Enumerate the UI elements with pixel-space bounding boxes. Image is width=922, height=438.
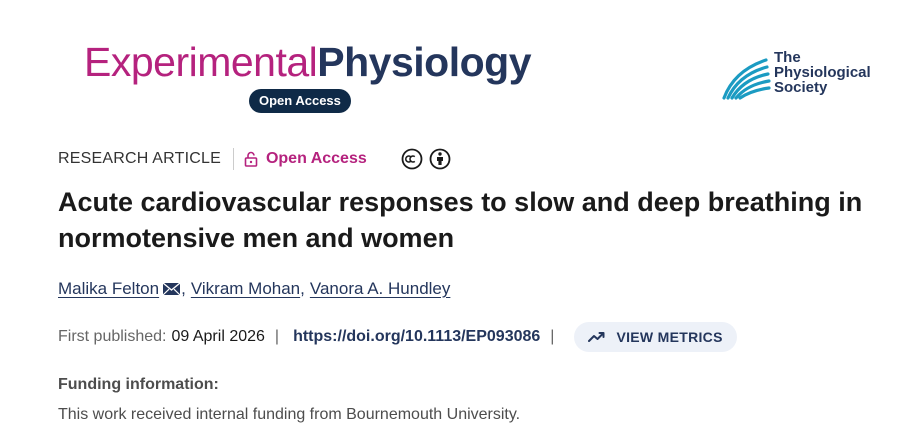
journal-title: ExperimentalPhysiology [84,36,531,88]
society-name-line1: The [774,49,801,66]
society-logo[interactable]: The Physiological Society [720,50,890,106]
meta-divider [232,148,234,170]
author-separator: , [181,279,186,298]
email-icon[interactable] [162,282,181,296]
open-access-badge: Open Access [249,89,351,113]
view-metrics-button[interactable]: VIEW METRICS [574,322,737,352]
trending-up-icon [588,332,605,342]
first-published-label: First published: [58,328,167,345]
attribution-icon[interactable] [429,148,451,170]
society-name-line2: Physiological [774,64,871,81]
cc-icon[interactable] [401,148,423,170]
license-icons[interactable] [401,148,451,170]
doi-link[interactable]: https://doi.org/10.1113/EP093086 [293,328,540,346]
society-name: The Physiological Society [774,50,886,95]
journal-logo[interactable]: ExperimentalPhysiology Open Access [84,36,544,116]
funding-heading: Funding information: [58,376,219,393]
pub-divider: | [274,328,280,345]
open-lock-icon [244,151,258,167]
article-type-label: RESEARCH ARTICLE [58,150,221,167]
author-separator: , [300,279,305,298]
author-link[interactable]: Malika Felton [58,279,159,299]
article-meta-row: RESEARCH ARTICLE Open Access [58,146,451,172]
funding-text: This work received internal funding from… [58,406,521,423]
pub-divider: | [550,328,555,345]
publication-info: First published: 09 April 2026 | https:/… [58,322,737,352]
society-wave-icon [722,58,771,100]
author-link[interactable]: Vanora A. Hundley [310,279,451,299]
author-link[interactable]: Vikram Mohan [191,279,300,299]
view-metrics-label: VIEW METRICS [616,329,723,345]
journal-title-part2: Physiology [317,39,531,85]
author-list: Malika Felton , Vikram Mohan , Vanora A.… [58,279,450,299]
society-name-line3: Society [774,79,828,96]
open-access-label[interactable]: Open Access [266,150,367,168]
publication-date: 09 April 2026 [171,328,265,345]
article-title: Acute cardiovascular responses to slow a… [58,187,863,253]
journal-title-part1: Experimental [84,39,318,85]
